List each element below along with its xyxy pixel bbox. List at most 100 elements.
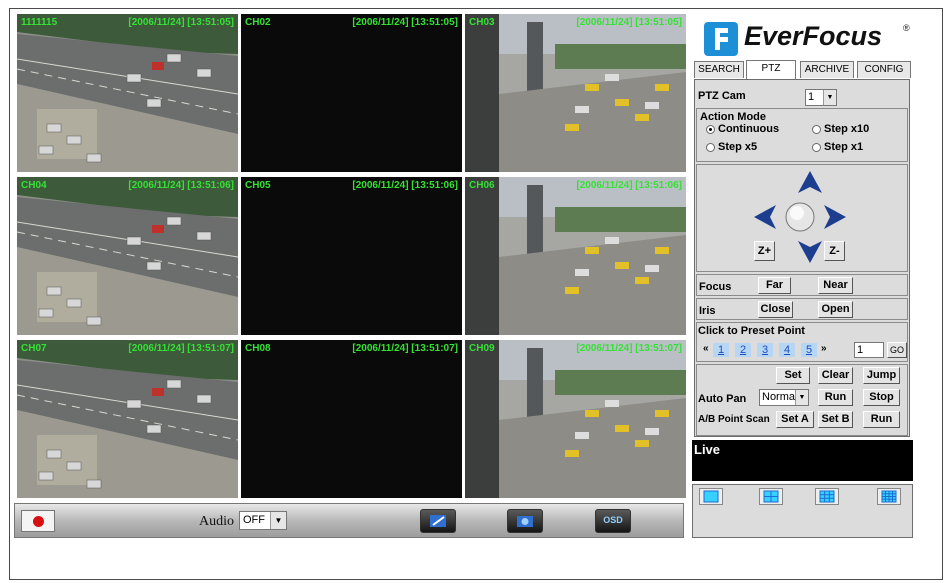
radio-step-x10[interactable]: [812, 125, 821, 134]
focus-near-button[interactable]: Near: [818, 277, 853, 294]
auto-pan-stop-button[interactable]: Stop: [863, 389, 900, 406]
single-view-button[interactable]: [699, 488, 723, 505]
zoom-out-button[interactable]: Z-: [824, 241, 845, 261]
channel-timestamp: [2006/11/24] [13:51:06]: [128, 180, 234, 191]
tab-archive[interactable]: ARCHIVE: [800, 61, 854, 78]
iris-open-button[interactable]: Open: [818, 301, 853, 318]
preset-link-1[interactable]: 1: [713, 343, 729, 357]
snapshot-button[interactable]: [420, 509, 456, 533]
camera-view: [465, 14, 686, 172]
iris-label: Iris: [699, 305, 716, 317]
auto-pan-value: Norma: [762, 391, 796, 403]
channel-timestamp: [2006/11/24] [13:51:05]: [576, 17, 682, 28]
quad-view-button[interactable]: [759, 488, 783, 505]
go-button[interactable]: GO: [887, 342, 907, 358]
camera-view: [17, 14, 238, 172]
radio-continuous[interactable]: [706, 125, 715, 134]
camera-button[interactable]: [507, 509, 543, 533]
channel-cell-6[interactable]: CH06 [2006/11/24] [13:51:06]: [465, 177, 686, 335]
nine-view-icon: [819, 490, 835, 503]
rewind-icon[interactable]: «: [703, 343, 709, 354]
channel-cell-2[interactable]: CH02 [2006/11/24] [13:51:05]: [241, 14, 462, 172]
tab-config[interactable]: CONFIG: [857, 61, 911, 78]
audio-label: Audio: [199, 514, 234, 529]
tab-ptz[interactable]: PTZ: [746, 60, 796, 79]
camera-view: [465, 340, 686, 498]
radio-step-x5[interactable]: [706, 143, 715, 152]
auto-pan-run-button[interactable]: Run: [818, 389, 853, 406]
status-text: Live: [694, 442, 721, 457]
action-mode-label: Action Mode: [700, 111, 766, 123]
audio-select[interactable]: OFF ▼: [239, 511, 287, 530]
ptz-cam-value: 1: [808, 91, 815, 103]
quad-view-icon: [763, 490, 779, 503]
single-view-icon: [703, 490, 719, 503]
channel-label: 1111115: [21, 17, 58, 28]
preset-link-2[interactable]: 2: [735, 343, 751, 357]
sixteen-view-button[interactable]: [877, 488, 901, 505]
arrow-down-icon[interactable]: [796, 239, 824, 265]
preset-link-5[interactable]: 5: [801, 343, 817, 357]
channel-cell-5[interactable]: CH05 [2006/11/24] [13:51:06]: [241, 177, 462, 335]
fast-forward-icon[interactable]: »: [821, 343, 827, 354]
auto-pan-select[interactable]: Norma ▼: [759, 389, 809, 406]
mode-step-x5-label: Step x5: [718, 141, 758, 153]
channel-label: CH08: [245, 343, 271, 354]
channel-cell-9[interactable]: CH09 [2006/11/24] [13:51:07]: [465, 340, 686, 498]
channel-label: CH07: [21, 343, 47, 354]
record-icon: [33, 516, 44, 527]
preset-title: Click to Preset Point: [698, 325, 805, 337]
channel-timestamp: [2006/11/24] [13:51:05]: [128, 17, 234, 28]
camera-view: [241, 177, 462, 335]
tab-search[interactable]: SEARCH: [694, 61, 744, 78]
channel-cell-8[interactable]: CH08 [2006/11/24] [13:51:07]: [241, 340, 462, 498]
mode-step-x1-label: Step x1: [824, 141, 864, 153]
jump-button[interactable]: Jump: [863, 367, 900, 384]
channel-cell-4[interactable]: CH04 [2006/11/24] [13:51:06]: [17, 177, 238, 335]
ab-scan-label: A/B Point Scan: [698, 414, 770, 425]
arrow-left-icon[interactable]: [752, 203, 778, 231]
home-center-icon[interactable]: [784, 201, 816, 233]
zoom-in-button[interactable]: Z+: [754, 241, 775, 261]
audio-select-value: OFF: [243, 514, 265, 526]
preset-list: « 1 2 3 4 5 »: [703, 343, 863, 357]
camera-view: [17, 340, 238, 498]
iris-close-button[interactable]: Close: [758, 301, 793, 318]
channel-timestamp: [2006/11/24] [13:51:07]: [576, 343, 682, 354]
channel-cell-3[interactable]: CH03 [2006/11/24] [13:51:05]: [465, 14, 686, 172]
ab-run-button[interactable]: Run: [863, 411, 900, 428]
arrow-right-icon[interactable]: [822, 203, 848, 231]
everfocus-logo: EverFocus ®: [704, 19, 910, 59]
brand-name: EverFocus: [744, 21, 883, 51]
radio-step-x1[interactable]: [812, 143, 821, 152]
nine-view-button[interactable]: [815, 488, 839, 505]
preset-link-4[interactable]: 4: [779, 343, 795, 357]
preset-link-3[interactable]: 3: [757, 343, 773, 357]
channel-cell-7[interactable]: CH07 [2006/11/24] [13:51:07]: [17, 340, 238, 498]
osd-button[interactable]: OSD: [595, 509, 631, 533]
channel-timestamp: [2006/11/24] [13:51:07]: [128, 343, 234, 354]
preset-input-value: 1: [857, 344, 864, 356]
channel-timestamp: [2006/11/24] [13:51:07]: [352, 343, 458, 354]
chevron-down-icon: ▼: [270, 512, 286, 529]
record-button[interactable]: [21, 510, 55, 532]
channel-timestamp: [2006/11/24] [13:51:06]: [352, 180, 458, 191]
arrow-up-icon[interactable]: [796, 169, 824, 195]
preset-number-input[interactable]: 1: [854, 342, 884, 358]
camera-icon: [517, 516, 533, 527]
focus-far-button[interactable]: Far: [758, 277, 791, 294]
channel-label: CH02: [245, 17, 271, 28]
set-button[interactable]: Set: [776, 367, 810, 384]
ptz-panel: EverFocus ® SEARCH PTZ ARCHIVE CONFIG PT…: [690, 14, 915, 539]
status-display: Live: [692, 440, 913, 481]
camera-view: [465, 177, 686, 335]
clear-button[interactable]: Clear: [818, 367, 853, 384]
brand-reg: ®: [903, 23, 910, 33]
set-b-button[interactable]: Set B: [818, 411, 853, 428]
set-a-button[interactable]: Set A: [776, 411, 814, 428]
pen-icon: [430, 515, 446, 527]
channel-cell-1[interactable]: 1111115 [2006/11/24] [13:51:05]: [17, 14, 238, 172]
ptz-cam-select[interactable]: 1 ▼: [805, 89, 837, 106]
video-grid: 1111115 [2006/11/24] [13:51:05] CH02 [20…: [17, 14, 686, 498]
ptz-cam-label: PTZ Cam: [698, 90, 746, 102]
